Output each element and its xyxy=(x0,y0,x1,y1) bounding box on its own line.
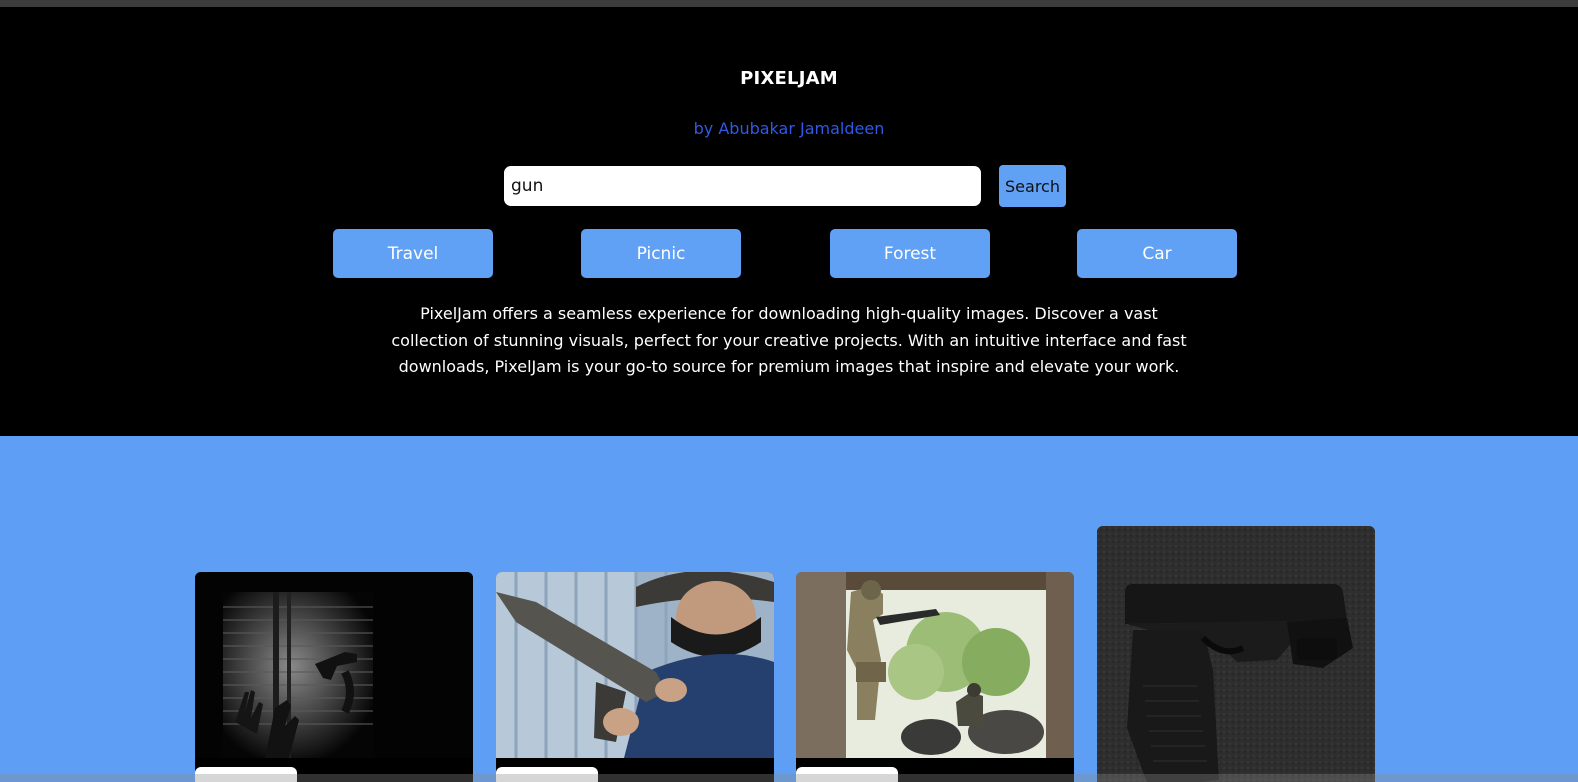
image-card[interactable] xyxy=(1097,526,1375,782)
category-button-forest[interactable]: Forest xyxy=(830,229,990,278)
category-button-travel[interactable]: Travel xyxy=(333,229,493,278)
category-button-picnic[interactable]: Picnic xyxy=(581,229,741,278)
category-button-car[interactable]: Car xyxy=(1077,229,1237,278)
search-input[interactable] xyxy=(504,166,981,206)
gallery-image-masked-man[interactable] xyxy=(496,572,774,758)
browser-top-bar xyxy=(0,0,1578,7)
horizontal-scrollbar[interactable] xyxy=(0,774,1578,782)
hero-header: PIXELJAM by Abubakar Jamaldeen Search Tr… xyxy=(0,7,1578,436)
site-description: PixelJam offers a seamless experience fo… xyxy=(391,304,1187,376)
author-byline[interactable]: by Abubakar Jamaldeen xyxy=(0,119,1578,138)
gallery-image-soldiers[interactable] xyxy=(796,572,1074,758)
image-card[interactable] xyxy=(796,572,1074,782)
search-button[interactable]: Search xyxy=(999,165,1066,207)
image-card[interactable] xyxy=(496,572,774,782)
page-title: PIXELJAM xyxy=(740,68,838,89)
gallery-image-pistol[interactable] xyxy=(1097,526,1375,782)
image-gallery xyxy=(0,436,1578,782)
gallery-image-shadow-gun[interactable] xyxy=(195,572,473,758)
image-card[interactable] xyxy=(195,572,473,782)
